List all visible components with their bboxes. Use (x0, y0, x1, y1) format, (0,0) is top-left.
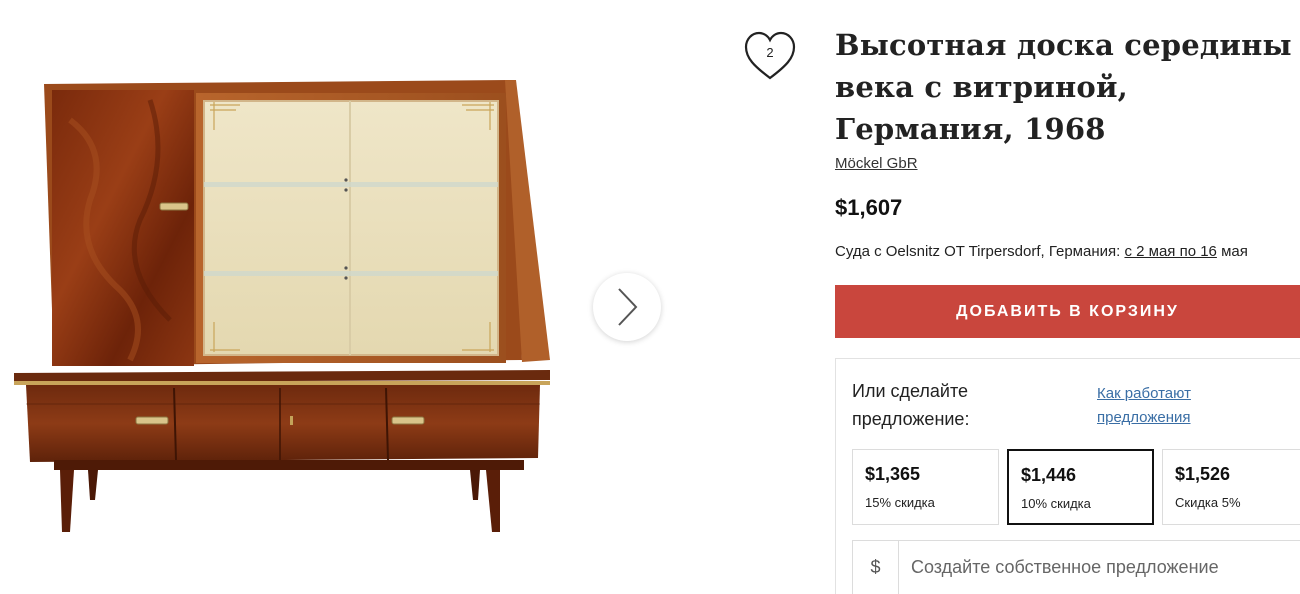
offer-amount: $1,365 (865, 464, 921, 484)
favorite-button[interactable]: 2 (742, 30, 798, 82)
make-offer-panel: Или сделайте предложение: Как работают п… (835, 358, 1300, 594)
offer-option-10[interactable]: $1,446 10% скидка (1007, 449, 1154, 525)
offer-discount: 15% скидка (865, 495, 935, 510)
offer-heading: Или сделайте предложение: (852, 381, 970, 429)
shipping-dates-suffix: мая (1221, 243, 1248, 260)
shipping-info: Суда с Oelsnitz OT Tirpersdorf, Германия… (835, 243, 1300, 260)
seller-link[interactable]: Möckel GbR (835, 155, 918, 172)
offer-amount: $1,446 (1021, 465, 1077, 485)
shipping-dates[interactable]: с 2 мая по 16 (1124, 243, 1216, 260)
offer-option-5[interactable]: $1,526 Скидка 5% (1162, 449, 1300, 525)
product-gallery (0, 0, 700, 594)
favorite-count: 2 (766, 45, 774, 60)
how-offers-work-link[interactable]: Как работают предложения (1097, 382, 1247, 430)
offer-discount: 10% скидка (1021, 496, 1091, 511)
next-image-button[interactable] (593, 273, 661, 341)
product-title: Высотная доска середины века с витриной,… (835, 28, 1292, 146)
offer-discount: Скидка 5% (1175, 495, 1241, 510)
add-to-cart-button[interactable]: ДОБАВИТЬ В КОРЗИНУ (835, 285, 1300, 338)
product-image (14, 80, 550, 532)
chevron-right-icon (618, 288, 638, 326)
offer-option-15[interactable]: $1,365 15% скидка (852, 449, 999, 525)
custom-offer-field: $ (852, 540, 1300, 594)
offer-amount: $1,526 (1175, 464, 1231, 484)
custom-offer-input[interactable] (899, 541, 1300, 594)
currency-symbol: $ (853, 541, 899, 594)
shipping-origin: Суда с Oelsnitz OT Tirpersdorf, Германия… (835, 243, 1121, 260)
product-price: $1,607 (835, 195, 903, 220)
